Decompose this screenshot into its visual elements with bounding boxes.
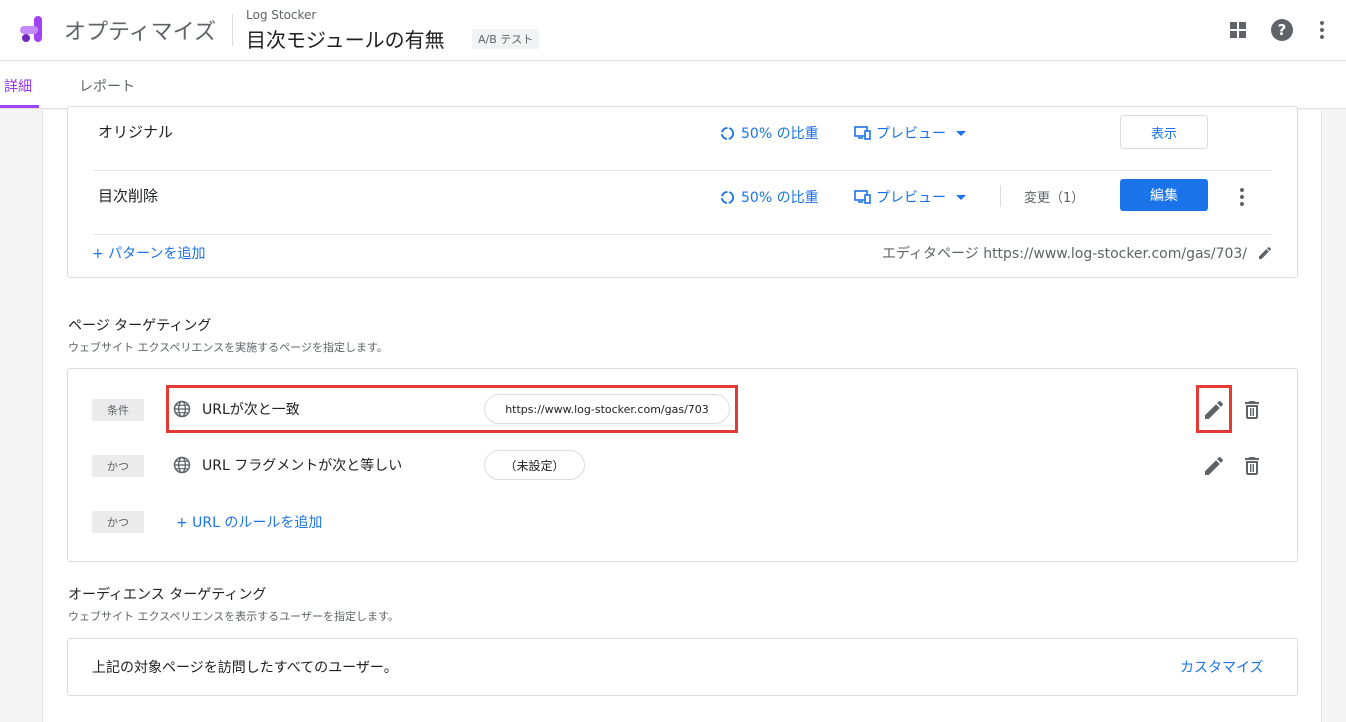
tab-active-indicator: [0, 105, 39, 108]
url-value-pill[interactable]: https://www.log-stocker.com/gas/703: [484, 394, 730, 424]
variant-row-original: オリジナル 50% の比重 プレビュー 表示: [94, 107, 1272, 171]
page-targeting-subtitle: ウェブサイト エクスペリエンスを実施するページを指定します。: [68, 341, 388, 354]
page-targeting-title: ページ ターゲティング: [68, 318, 212, 334]
optimize-logo-icon[interactable]: [16, 16, 46, 44]
and-chip: かつ: [92, 455, 144, 477]
more-vert-icon[interactable]: [1230, 185, 1254, 209]
tab-details[interactable]: 詳細: [4, 76, 32, 96]
rule-label: URLが次と一致: [202, 402, 300, 418]
add-url-rule-link[interactable]: + URL のルールを追加: [176, 512, 322, 532]
app-name: オプティマイズ: [64, 20, 217, 45]
edit-button[interactable]: 編集: [1120, 179, 1208, 211]
variant-changes-count[interactable]: 変更（1）: [1024, 187, 1084, 206]
view-button[interactable]: 表示: [1120, 115, 1208, 149]
trash-icon[interactable]: [1240, 398, 1264, 422]
svg-text:?: ?: [1278, 21, 1287, 39]
variant-weight[interactable]: 50% の比重: [720, 123, 819, 143]
main-content: オリジナル 50% の比重 プレビュー 表示 目次削除 50% の比重 プレビュ…: [42, 106, 1322, 722]
pencil-icon[interactable]: [1202, 398, 1226, 422]
weight-icon: [720, 126, 735, 140]
audience-targeting-card: 上記の対象ページを訪問したすべてのユーザー。 カスタマイズ: [67, 638, 1298, 696]
and-chip: かつ: [92, 511, 144, 533]
experiment-title[interactable]: 目次モジュールの有無: [246, 24, 445, 53]
pencil-icon[interactable]: [1202, 454, 1226, 478]
audience-targeting-title: オーディエンス ターゲティング: [68, 587, 267, 603]
variant-preview-label: プレビュー: [876, 126, 946, 142]
variant-name: 目次削除: [98, 187, 159, 205]
devices-icon: [854, 190, 871, 204]
variants-card: オリジナル 50% の比重 プレビュー 表示 目次削除 50% の比重 プレビュ…: [67, 106, 1298, 278]
customize-link[interactable]: カスタマイズ: [1180, 657, 1264, 677]
fragment-value-pill[interactable]: （未設定）: [484, 450, 585, 480]
tab-bar: 詳細 レポート: [0, 61, 1346, 109]
trash-icon[interactable]: [1240, 454, 1264, 478]
chevron-down-icon: [956, 130, 966, 136]
rule-label: URL フラグメントが次と等しい: [202, 458, 403, 474]
variant-row-toc-removed: 目次削除 50% の比重 プレビュー 変更（1） 編集: [94, 171, 1272, 235]
account-name[interactable]: Log Stocker: [246, 8, 316, 22]
help-icon[interactable]: ?: [1270, 18, 1294, 42]
apps-grid-icon[interactable]: [1226, 18, 1250, 42]
audience-description: 上記の対象ページを訪問したすべてのユーザー。: [92, 660, 398, 676]
app-header: オプティマイズ Log Stocker 目次モジュールの有無 A/B テスト ?: [0, 0, 1346, 61]
url-fragment-rule: URL フラグメントが次と等しい: [172, 445, 402, 485]
divider: [1000, 185, 1001, 207]
globe-icon: [173, 400, 191, 418]
weight-icon: [720, 190, 735, 204]
audience-targeting-subtitle: ウェブサイト エクスペリエンスを表示するユーザーを指定します。: [68, 610, 399, 623]
variant-preview-label: プレビュー: [876, 190, 946, 206]
pencil-icon[interactable]: [1257, 245, 1273, 261]
more-vert-icon[interactable]: [1310, 18, 1334, 42]
variant-preview-menu[interactable]: プレビュー: [854, 187, 966, 207]
variant-weight-label: 50% の比重: [741, 126, 819, 142]
tab-report[interactable]: レポート: [79, 76, 135, 96]
devices-icon: [854, 126, 871, 140]
editor-page-label: エディタページ https://www.log-stocker.com/gas/…: [882, 246, 1248, 262]
chevron-down-icon: [956, 194, 966, 200]
globe-icon: [173, 456, 191, 474]
header-divider: [232, 14, 233, 46]
variant-name: オリジナル: [98, 123, 174, 141]
add-variant-link[interactable]: + パターンを追加: [92, 243, 205, 263]
condition-chip: 条件: [92, 399, 144, 421]
experiment-type-badge: A/B テスト: [472, 29, 540, 49]
url-rule: URLが次と一致: [172, 389, 300, 429]
editor-page-url: エディタページ https://www.log-stocker.com/gas/…: [882, 243, 1273, 263]
variant-weight[interactable]: 50% の比重: [720, 187, 819, 207]
variant-preview-menu[interactable]: プレビュー: [854, 123, 966, 143]
page-targeting-card: 条件 URLが次と一致 https://www.log-stocker.com/…: [67, 368, 1298, 562]
variant-weight-label: 50% の比重: [741, 190, 819, 206]
